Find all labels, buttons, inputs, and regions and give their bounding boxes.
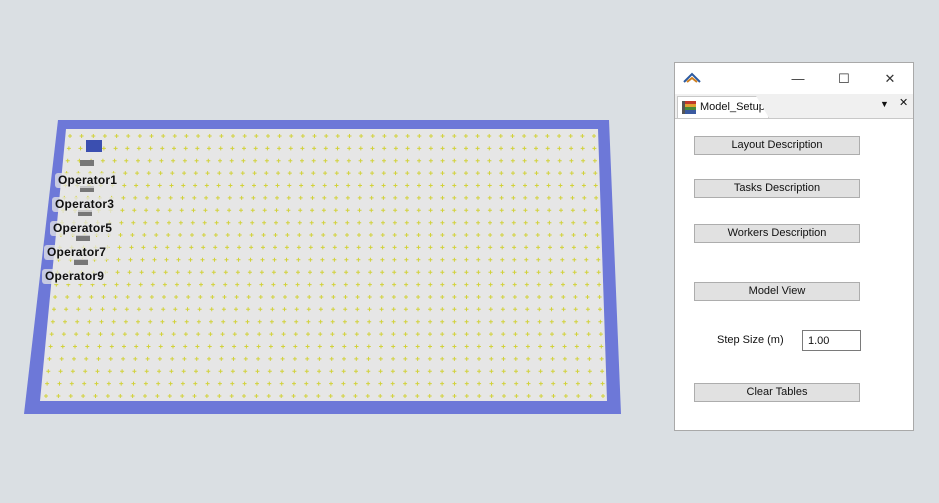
maximize-icon: ☐ bbox=[838, 70, 850, 86]
minimize-icon: — bbox=[791, 71, 805, 86]
table-icon bbox=[682, 101, 696, 114]
maximize-button[interactable]: ☐ bbox=[821, 63, 867, 94]
operator-label[interactable]: Operator1 bbox=[55, 173, 121, 188]
tab-dropdown-icon[interactable]: ▼ bbox=[880, 99, 889, 109]
model-view-button[interactable]: Model View bbox=[694, 282, 860, 301]
layout-description-button[interactable]: Layout Description bbox=[694, 136, 860, 155]
minimize-button[interactable]: — bbox=[775, 63, 821, 94]
operator-label[interactable]: Operator9 bbox=[42, 269, 108, 284]
close-button[interactable]: ✕ bbox=[867, 63, 913, 94]
close-icon: ✕ bbox=[884, 70, 896, 86]
tab-label: Model_Setup bbox=[700, 101, 765, 113]
workers-description-button[interactable]: Workers Description bbox=[694, 224, 860, 243]
operator-label[interactable]: Operator7 bbox=[44, 245, 110, 260]
step-size-input[interactable] bbox=[802, 330, 861, 351]
operator-label[interactable]: Operator5 bbox=[50, 221, 116, 236]
tab-strip: Model_Setup bbox=[675, 94, 913, 119]
floor-surface bbox=[40, 129, 607, 401]
3d-model-view[interactable]: Operator1 Operator3 Operator5 Operator7 … bbox=[0, 0, 660, 503]
title-bar[interactable]: — ☐ ✕ bbox=[675, 63, 913, 94]
tab-close-icon[interactable]: ✕ bbox=[899, 96, 908, 109]
tasks-description-button[interactable]: Tasks Description bbox=[694, 179, 860, 198]
setup-panel: Layout Description Tasks Description Wor… bbox=[675, 119, 913, 430]
clear-tables-button[interactable]: Clear Tables bbox=[694, 383, 860, 402]
model-setup-window: — ☐ ✕ Model_Setup ▼ ✕ Layout Description… bbox=[674, 62, 914, 431]
operator-figure bbox=[86, 140, 102, 152]
operator-label[interactable]: Operator3 bbox=[52, 197, 118, 212]
step-size-label: Step Size (m) bbox=[717, 334, 784, 346]
operator-figure bbox=[80, 160, 94, 166]
app-logo-icon bbox=[683, 72, 701, 83]
tab-model-setup[interactable]: Model_Setup bbox=[677, 96, 769, 118]
